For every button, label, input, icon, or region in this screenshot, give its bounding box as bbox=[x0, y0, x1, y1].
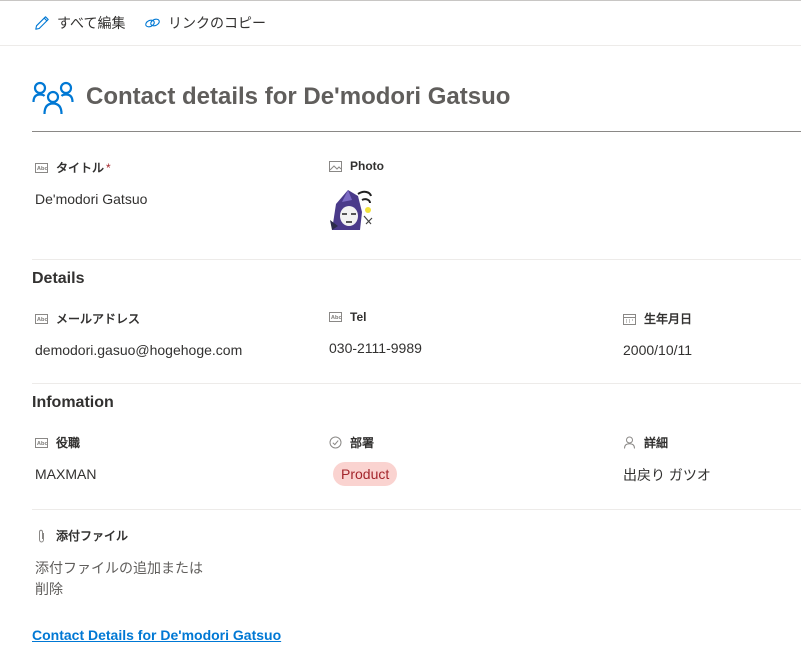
title-value[interactable]: De'modori Gatsuo bbox=[35, 191, 147, 207]
text-field-icon: Abc bbox=[35, 162, 48, 173]
section-divider bbox=[32, 509, 801, 510]
svg-text:Abc: Abc bbox=[331, 315, 341, 321]
birthday-field-label: 生年月日 bbox=[623, 310, 692, 327]
attachments-label-text: 添付ファイル bbox=[56, 529, 129, 543]
department-label-text: 部署 bbox=[350, 436, 375, 450]
role-value[interactable]: MAXMAN bbox=[35, 466, 96, 482]
email-label-text: メールアドレス bbox=[56, 312, 141, 326]
svg-text:Abc: Abc bbox=[37, 317, 47, 323]
add-remove-attachments-link[interactable]: 添付ファイルの追加または 削除 bbox=[35, 558, 225, 600]
role-field-label: Abc 役職 bbox=[35, 434, 80, 451]
command-bar: すべて編集 リンクのコピー bbox=[0, 1, 801, 46]
copy-link-button[interactable]: リンクのコピー bbox=[144, 13, 266, 33]
svg-text:Abc: Abc bbox=[37, 166, 47, 172]
tel-value[interactable]: 030-2111-9989 bbox=[329, 340, 422, 356]
paperclip-icon bbox=[39, 529, 44, 543]
tel-label-text: Tel bbox=[350, 310, 367, 324]
attachments-action-line1: 添付ファイルの追加または bbox=[35, 560, 203, 576]
text-field-icon: Abc bbox=[35, 313, 48, 324]
photo-field-label: Photo bbox=[329, 159, 384, 173]
section-divider bbox=[32, 259, 801, 260]
detail-field-label: 詳細 bbox=[623, 434, 668, 451]
contact-photo-thumbnail[interactable] bbox=[328, 186, 374, 232]
attachments-action-line2: 削除 bbox=[35, 581, 63, 597]
choice-check-icon bbox=[329, 436, 342, 449]
email-field-label: Abc メールアドレス bbox=[35, 310, 140, 327]
title-label-text: タイトル bbox=[56, 161, 105, 175]
contacts-people-icon bbox=[32, 81, 74, 115]
details-section-title: Details bbox=[32, 270, 85, 287]
link-icon bbox=[145, 18, 160, 28]
tel-field-label: Abc Tel bbox=[329, 310, 366, 324]
page-title: Contact details for De'modori Gatsuo bbox=[86, 83, 511, 110]
image-icon bbox=[329, 160, 342, 172]
contact-details-link[interactable]: Contact Details for De'modori Gatsuo bbox=[32, 627, 281, 643]
edit-all-button[interactable]: すべて編集 bbox=[34, 13, 125, 33]
svg-text:Abc: Abc bbox=[37, 441, 47, 447]
person-icon bbox=[624, 436, 635, 449]
birthday-value[interactable]: 2000/10/11 bbox=[623, 342, 692, 358]
form-header: Contact details for De'modori Gatsuo bbox=[32, 78, 801, 132]
department-field-label: 部署 bbox=[329, 434, 374, 451]
required-mark: * bbox=[106, 160, 111, 175]
detail-label-text: 詳細 bbox=[644, 436, 669, 450]
role-label-text: 役職 bbox=[56, 436, 81, 450]
birthday-label-text: 生年月日 bbox=[644, 312, 693, 326]
email-value[interactable]: demodori.gasuo@hogehoge.com bbox=[35, 342, 242, 358]
photo-label-text: Photo bbox=[350, 159, 384, 173]
section-divider bbox=[32, 383, 801, 384]
detail-value[interactable]: 出戻り ガツオ bbox=[623, 465, 711, 485]
edit-all-label: すべて編集 bbox=[57, 15, 126, 31]
text-field-icon: Abc bbox=[329, 312, 342, 322]
pencil-icon bbox=[35, 16, 49, 30]
calendar-icon bbox=[623, 313, 636, 325]
copy-link-label: リンクのコピー bbox=[168, 15, 266, 31]
department-choice-pill[interactable]: Product bbox=[333, 462, 398, 486]
attachments-field-label: 添付ファイル bbox=[35, 527, 128, 544]
infomation-section-title: Infomation bbox=[32, 394, 114, 411]
title-field-label: Abc タイトル * bbox=[35, 159, 111, 176]
text-field-icon: Abc bbox=[35, 437, 48, 448]
